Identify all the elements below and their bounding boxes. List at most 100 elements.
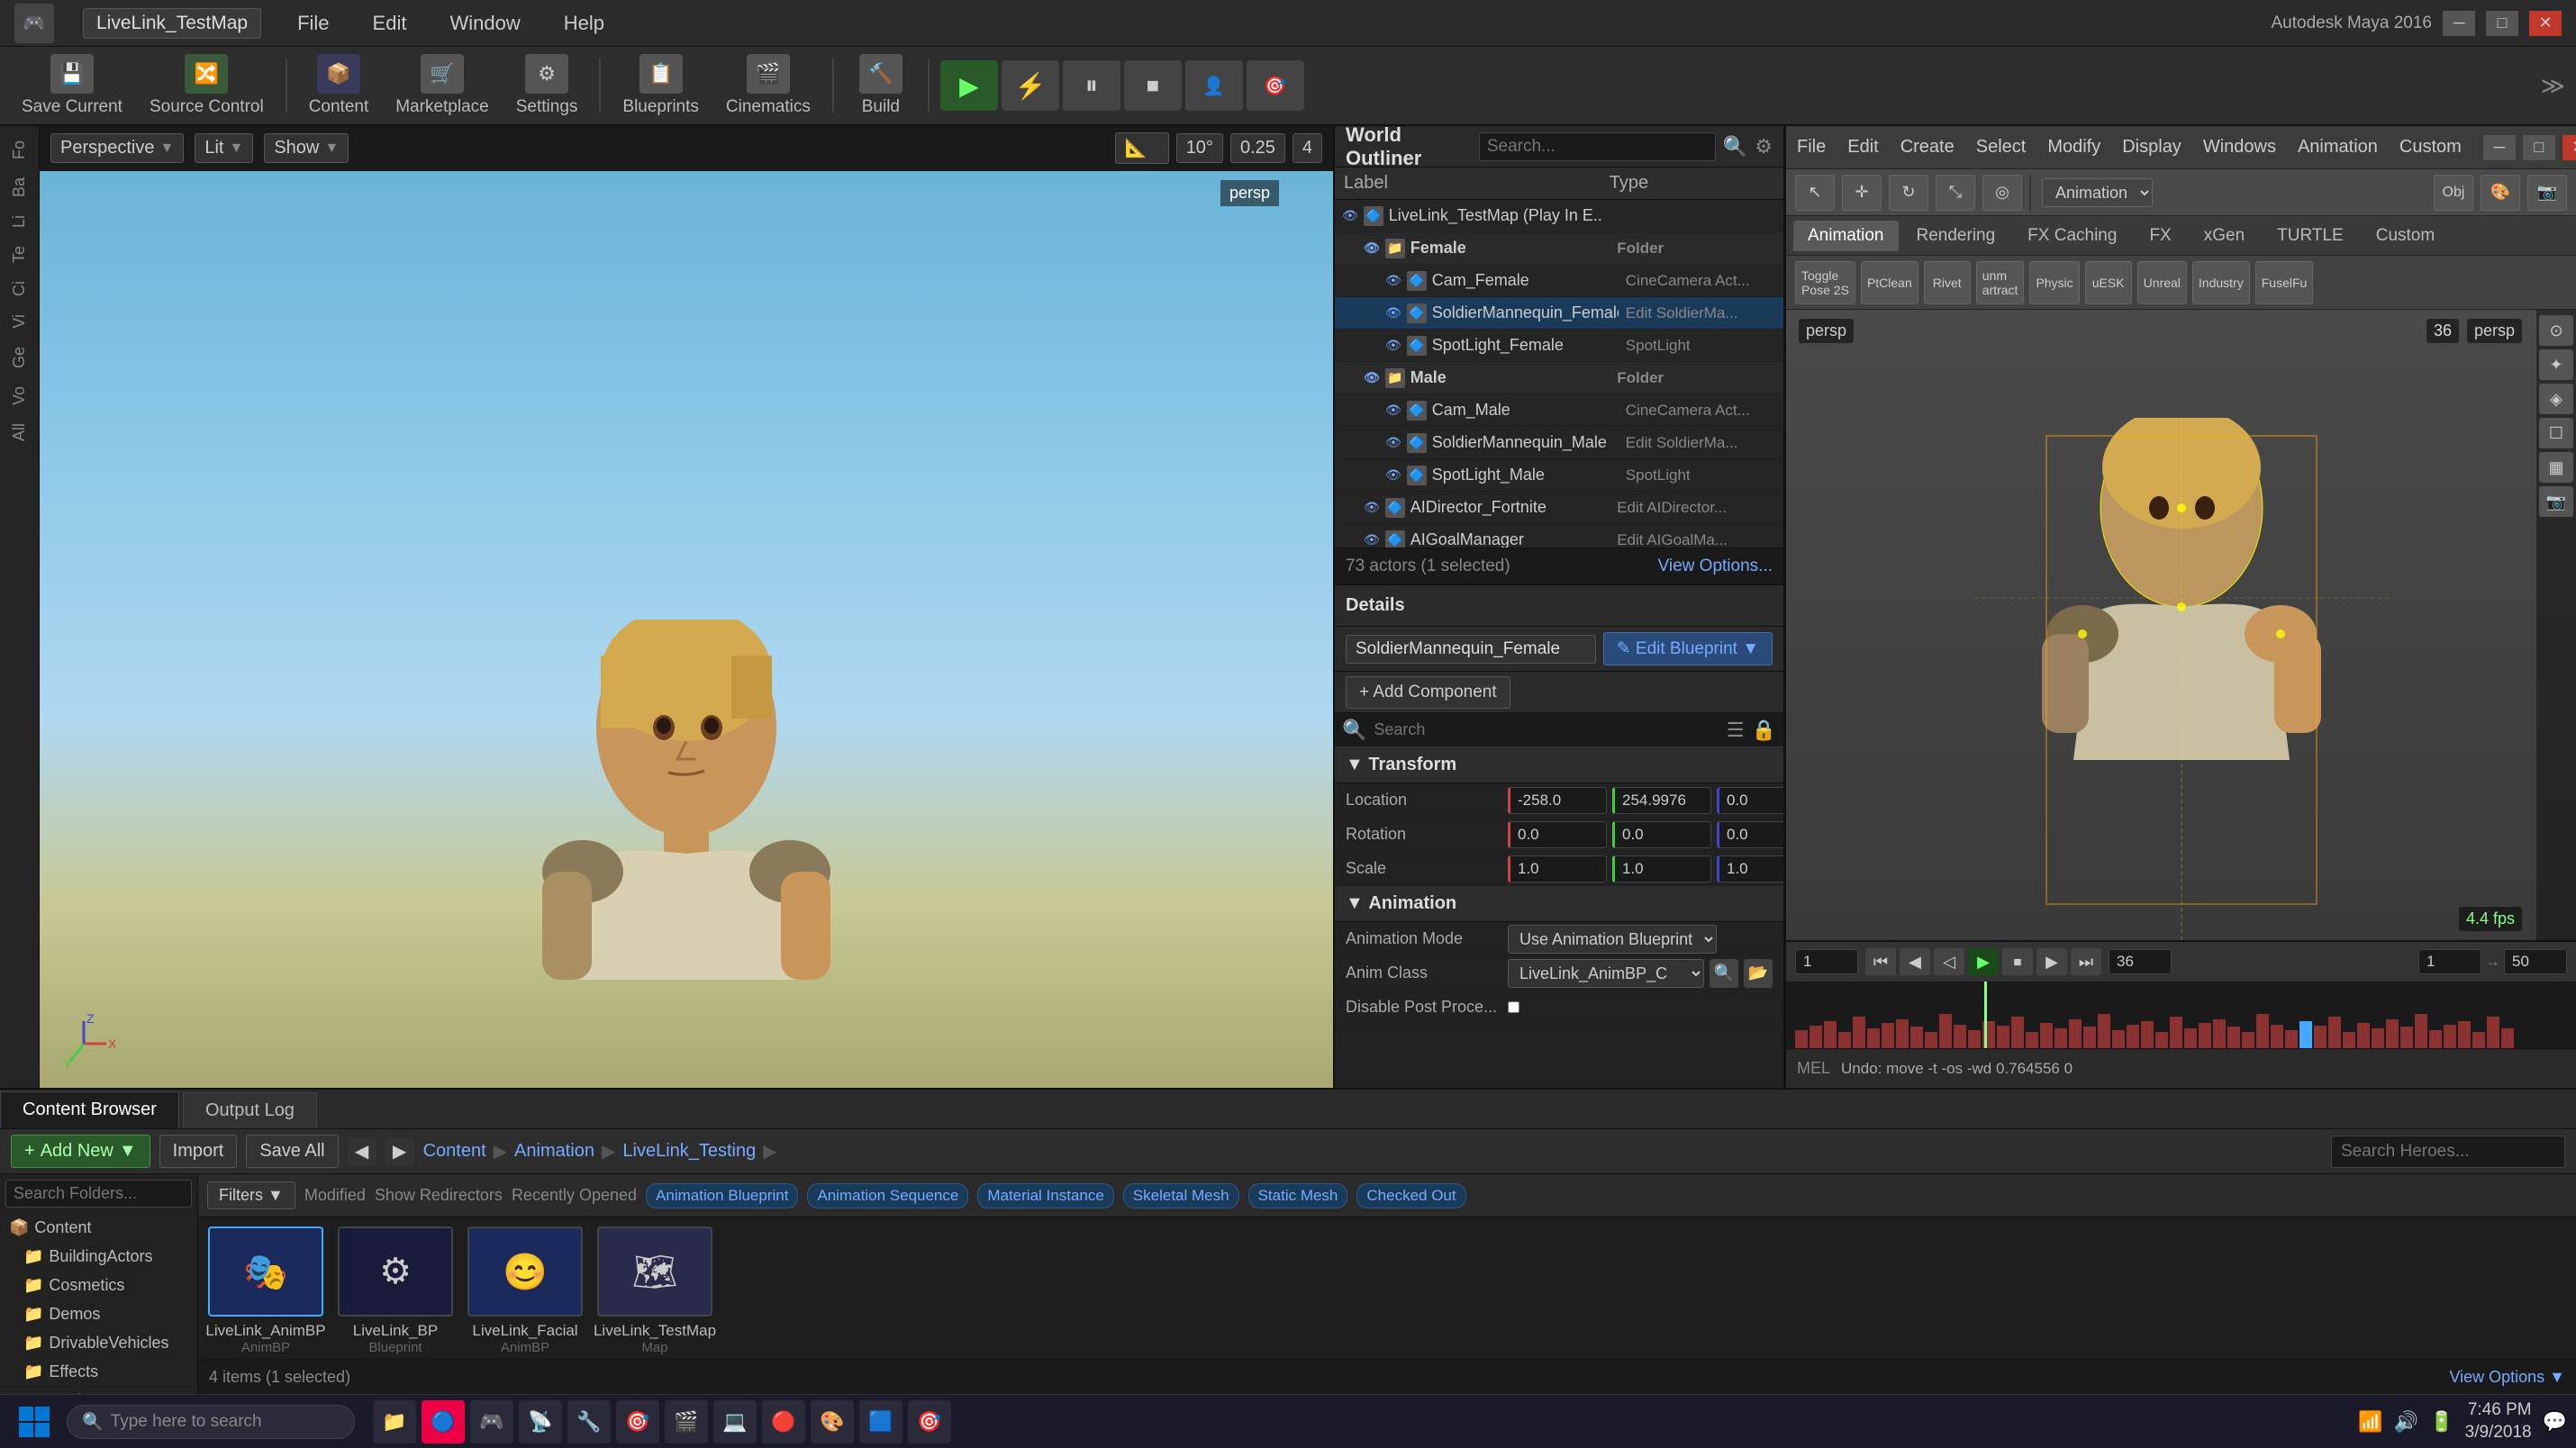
add-new-btn[interactable]: + Add New ▼ — [11, 1135, 150, 1168]
tc-prev-frame[interactable]: ◀ — [1900, 948, 1930, 975]
shelf-uesk[interactable]: uESK — [2085, 261, 2132, 304]
source-control-btn[interactable]: 🔀 Source Control — [139, 49, 275, 122]
shelf-unm[interactable]: unmartract — [1976, 261, 2025, 304]
maya-close[interactable]: ✕ — [2562, 135, 2576, 160]
visibility-icon[interactable]: 👁 — [1385, 435, 1401, 450]
timeline-tick[interactable] — [1838, 1032, 1851, 1048]
timeline-tick[interactable] — [2184, 1028, 2197, 1048]
vp-lit-dropdown[interactable]: Lit ▼ — [195, 133, 253, 163]
disable-post-checkbox[interactable] — [1508, 1001, 1519, 1013]
visibility-icon[interactable]: 👁 — [1385, 403, 1401, 418]
cb-search-input[interactable] — [2331, 1136, 2565, 1168]
timeline-tick[interactable] — [1910, 1027, 1923, 1048]
timeline-tick[interactable] — [2112, 1030, 2125, 1048]
filter-mat-inst[interactable]: Material Instance — [977, 1183, 1113, 1208]
sidebar-te[interactable]: Te — [6, 239, 32, 270]
timeline-tick[interactable] — [2213, 1019, 2226, 1048]
visibility-icon[interactable]: 👁 — [1385, 305, 1401, 321]
maya-snap-btn[interactable]: ⊙ — [2539, 315, 2573, 346]
sidebar-all[interactable]: All — [6, 416, 32, 448]
timeline-tick[interactable] — [2069, 1019, 2082, 1048]
shelf-fuselfu[interactable]: FuselFu — [2255, 261, 2314, 304]
win-close[interactable]: ✕ — [2529, 11, 2562, 36]
filter-static-mesh[interactable]: Static Mesh — [1248, 1183, 1348, 1208]
taskbar-search[interactable]: 🔍 Type here to search — [67, 1405, 355, 1439]
menu-edit[interactable]: Edit — [366, 8, 414, 39]
timeline-tick[interactable] — [1968, 1030, 1981, 1048]
timeline-tick[interactable] — [2127, 1025, 2139, 1048]
breadcrumb-content[interactable]: Content — [423, 1141, 486, 1162]
timeline-tick[interactable] — [1954, 1025, 1966, 1048]
maya-xray-btn[interactable]: ☐ — [2539, 418, 2573, 448]
scale-x-field[interactable] — [1508, 855, 1607, 882]
maya-rotate-tool[interactable]: ↻ — [1889, 175, 1928, 211]
asset-thumb[interactable]: 🎭 LiveLink_AnimBP AnimBP — [207, 1226, 324, 1356]
maya-tab-fx[interactable]: FX — [2135, 221, 2185, 251]
visibility-icon[interactable]: 👁 — [1364, 532, 1380, 548]
tc-next-frame[interactable]: ▶ — [2036, 948, 2067, 975]
visibility-icon[interactable]: 👁 — [1385, 338, 1401, 353]
visibility-icon[interactable]: 👁 — [1385, 273, 1401, 288]
col-type[interactable]: Type — [1601, 167, 1783, 199]
actor-selector[interactable]: SoldierMannequin_Female — [1346, 635, 1596, 664]
menu-window[interactable]: Window — [442, 8, 527, 39]
maya-menu-animation[interactable]: Animation — [2298, 137, 2378, 158]
timeline-tick[interactable] — [2487, 1017, 2499, 1048]
location-y-field[interactable] — [1612, 787, 1711, 814]
timeline-tick[interactable] — [1925, 1032, 1937, 1048]
maya-tab-rendering[interactable]: Rendering — [1902, 221, 2010, 251]
timeline-tick[interactable] — [2011, 1017, 2024, 1048]
scale-y-field[interactable] — [1612, 855, 1711, 882]
maya-maximize[interactable]: □ — [2523, 135, 2555, 160]
tb-app-3[interactable]: 🎮 — [470, 1400, 513, 1443]
marketplace-btn[interactable]: 🛒 Marketplace — [385, 49, 500, 122]
shelf-toggle-pose[interactable]: TogglePose 2S — [1795, 261, 1855, 304]
menu-help[interactable]: Help — [557, 8, 612, 39]
maya-render-btn[interactable]: 🎨 — [2481, 175, 2520, 211]
sidebar-li[interactable]: Li — [6, 208, 32, 235]
vp-snap-dropdown[interactable]: 0.25 — [1230, 133, 1285, 163]
maya-menu-modify[interactable]: Modify — [2047, 137, 2100, 158]
timeline-tick[interactable] — [2040, 1023, 2053, 1048]
visibility-icon[interactable]: 👁 — [1364, 240, 1380, 256]
maya-anim-mode-select[interactable]: Animation — [2042, 178, 2153, 207]
build-btn[interactable]: 🔨 Build — [845, 49, 917, 122]
filter-bp[interactable]: Animation Blueprint — [646, 1183, 798, 1208]
menu-file[interactable]: File — [290, 8, 336, 39]
sound-icon[interactable]: 🔊 — [2394, 1410, 2418, 1434]
maya-select-tool[interactable]: ↖ — [1795, 175, 1835, 211]
asset-thumb[interactable]: 🗺 LiveLink_TestMap Map — [596, 1226, 713, 1356]
tb-app-11[interactable]: 🟦 — [859, 1400, 903, 1443]
folder-item[interactable]: 📁BuildingActors — [5, 1242, 192, 1271]
maya-menu-edit[interactable]: Edit — [1847, 137, 1878, 158]
timeline-tick[interactable] — [2415, 1014, 2427, 1048]
settings-icon[interactable]: ⚙ — [1755, 135, 1773, 158]
tb-app-5[interactable]: 🔧 — [567, 1400, 611, 1443]
network-icon[interactable]: 📶 — [2358, 1410, 2382, 1434]
battery-icon[interactable]: 🔋 — [2429, 1410, 2454, 1434]
col-label[interactable]: Label — [1335, 167, 1601, 199]
maya-menu-display[interactable]: Display — [2122, 137, 2181, 158]
folder-item[interactable]: 📦Content — [5, 1213, 192, 1242]
location-z-field[interactable] — [1717, 787, 1783, 814]
folder-item[interactable]: 📁Demos — [5, 1299, 192, 1328]
shelf-physic[interactable]: Physic — [2029, 261, 2079, 304]
timeline-tick[interactable] — [2242, 1032, 2254, 1048]
timeline-tick[interactable] — [2256, 1014, 2269, 1048]
timeline-tick[interactable] — [2054, 1028, 2067, 1048]
maya-menu-windows[interactable]: Windows — [2203, 137, 2276, 158]
outliner-row[interactable]: 👁 🔷 SpotLight_Female SpotLight — [1335, 330, 1783, 362]
tc-forward[interactable]: ⏭ — [2071, 948, 2101, 975]
tb-file-explorer[interactable]: 📁 — [373, 1400, 416, 1443]
range-start[interactable] — [2418, 949, 2481, 974]
outliner-row[interactable]: 👁 🔷 Cam_Female CineCamera Act... — [1335, 265, 1783, 297]
import-btn[interactable]: Import — [159, 1135, 238, 1168]
asset-thumb[interactable]: 😊 LiveLink_Facial AnimBP — [467, 1226, 584, 1356]
filter-anim-seq[interactable]: Animation Sequence — [807, 1183, 968, 1208]
tb-app-9[interactable]: 🔴 — [762, 1400, 805, 1443]
tb-app-8[interactable]: 💻 — [713, 1400, 757, 1443]
timeline-tick[interactable] — [1853, 1017, 1865, 1048]
maya-menu-custom[interactable]: Custom — [2399, 137, 2462, 158]
maya-menu-select[interactable]: Select — [1976, 137, 2027, 158]
asset-thumb[interactable]: ⚙ LiveLink_BP Blueprint — [337, 1226, 454, 1356]
